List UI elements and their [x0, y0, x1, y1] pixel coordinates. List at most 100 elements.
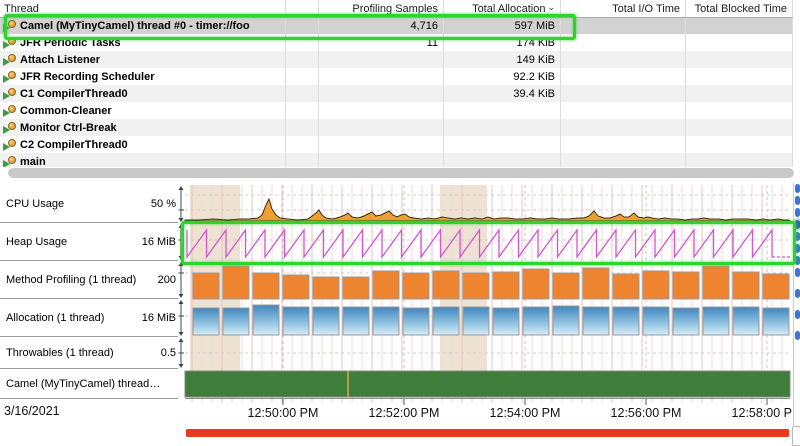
side-panel-icon[interactable]: [795, 289, 800, 298]
thread-name: main: [20, 156, 46, 168]
side-panel-icon[interactable]: [795, 268, 800, 277]
svg-text:12:52:00 PM: 12:52:00 PM: [369, 406, 440, 420]
thread-icon: [3, 71, 17, 83]
profiling-samples-value: [319, 102, 444, 119]
side-panel-icon[interactable]: [795, 220, 800, 229]
table-horizontal-scrollbar[interactable]: [8, 168, 794, 178]
thread-row[interactable]: Monitor Ctrl-Break: [0, 119, 793, 136]
profiling-samples-value: [319, 119, 444, 136]
thread-row[interactable]: C2 CompilerThread0: [0, 136, 793, 153]
total-allocation-value: [444, 136, 561, 153]
profiling-samples-value: [319, 68, 444, 85]
total-blocked-value: [686, 153, 793, 167]
side-panel-icon[interactable]: [795, 208, 800, 217]
thread-name: C1 CompilerThread0: [20, 88, 128, 100]
column-gap: [286, 0, 319, 17]
side-panel-icon[interactable]: [795, 331, 800, 340]
total-allocation-value: [444, 153, 561, 167]
profiling-samples-value: 11: [319, 34, 444, 51]
thread-table-header: Thread Profiling Samples Total Allocatio…: [0, 0, 793, 18]
lane-axis-max: 50 %: [149, 198, 176, 210]
lane-label-row[interactable]: CPU Usage50 %: [0, 185, 178, 223]
total-io-value: [561, 51, 686, 68]
total-allocation-value: 39.4 KiB: [444, 85, 561, 102]
lane-label: Allocation (1 thread): [6, 312, 104, 324]
lane-label: Heap Usage: [6, 236, 67, 248]
gap-cell: [286, 51, 319, 68]
thread-name: JFR Recording Scheduler: [20, 71, 154, 83]
lane-label-row[interactable]: Method Profiling (1 thread)200: [0, 261, 178, 299]
gap-cell: [286, 102, 319, 119]
timeline-date-label: 3/16/2021: [4, 404, 60, 418]
total-io-value: [561, 34, 686, 51]
total-io-value: [561, 85, 686, 102]
total-allocation-value: 149 KiB: [444, 51, 561, 68]
profiling-samples-value: [319, 153, 444, 167]
thread-icon: [3, 37, 17, 49]
total-allocation-value: 92.2 KiB: [444, 68, 561, 85]
thread-row[interactable]: Common-Cleaner: [0, 102, 793, 119]
thread-icon: [3, 20, 17, 32]
thread-name: Monitor Ctrl-Break: [20, 122, 117, 134]
column-header-thread[interactable]: Thread: [0, 0, 286, 17]
lane-label: Throwables (1 thread): [6, 347, 114, 359]
scrollbar-corner: [792, 426, 800, 446]
thread-icon: [3, 54, 17, 66]
thread-icon: [3, 105, 17, 117]
gap-cell: [286, 68, 319, 85]
lane-label: Camel (MyTinyCamel) thread…: [6, 378, 160, 390]
thread-name-cell: main: [0, 153, 286, 167]
column-header-profiling-samples[interactable]: Profiling Samples: [319, 0, 444, 17]
side-panel-icon[interactable]: [795, 310, 800, 319]
thread-name-cell: JFR Recording Scheduler: [0, 68, 286, 85]
total-io-value: [561, 17, 686, 34]
total-blocked-value: [686, 102, 793, 119]
gap-cell: [286, 119, 319, 136]
side-panel-icon[interactable]: [795, 232, 800, 241]
profiling-samples-value: [319, 85, 444, 102]
profiling-samples-value: [319, 136, 444, 153]
gap-cell: [286, 17, 319, 34]
thread-row[interactable]: C1 CompilerThread0 39.4 KiB: [0, 85, 793, 102]
column-header-total-allocation[interactable]: Total Allocation⌄: [444, 0, 561, 17]
svg-text:12:54:00 PM: 12:54:00 PM: [490, 406, 561, 420]
thread-name: Camel (MyTinyCamel) thread #0 - timer://…: [20, 20, 250, 32]
thread-name-cell: Common-Cleaner: [0, 102, 286, 119]
total-io-value: [561, 119, 686, 136]
sort-desc-icon: ⌄: [547, 2, 555, 13]
lane-label: Method Profiling (1 thread): [6, 274, 136, 286]
svg-text:12:56:00 PM: 12:56:00 PM: [611, 406, 682, 420]
total-blocked-value: [686, 85, 793, 102]
thread-name: JFR Periodic Tasks: [20, 37, 121, 49]
thread-row[interactable]: JFR Recording Scheduler 92.2 KiB: [0, 68, 793, 85]
thread-row[interactable]: JFR Periodic Tasks 11174 KiB: [0, 34, 793, 51]
thread-row[interactable]: Attach Listener 149 KiB: [0, 51, 793, 68]
thread-icon: [3, 156, 17, 168]
thread-name: Attach Listener: [20, 54, 100, 66]
column-header-total-blocked-time[interactable]: Total Blocked Time: [686, 0, 793, 17]
thread-icon: [3, 139, 17, 151]
lane-label-row[interactable]: Heap Usage16 MiB: [0, 223, 178, 261]
total-allocation-value: 174 KiB: [444, 34, 561, 51]
thread-icon: [3, 122, 17, 134]
thread-name: Common-Cleaner: [20, 105, 112, 117]
profiling-samples-value: [319, 51, 444, 68]
lane-label-row[interactable]: Throwables (1 thread) 0.5: [0, 337, 178, 369]
right-panel-edge: [793, 183, 800, 446]
lane-label-row[interactable]: Allocation (1 thread)16 MiB: [0, 299, 178, 337]
svg-text:12:50:00 PM: 12:50:00 PM: [248, 406, 319, 420]
svg-text:12:58:00 PM: 12:58:00 PM: [732, 406, 793, 420]
side-panel-icon[interactable]: [795, 256, 800, 265]
thread-table-body: Camel (MyTinyCamel) thread #0 - timer://…: [0, 17, 793, 167]
side-panel-icon[interactable]: [795, 244, 800, 253]
thread-row[interactable]: Camel (MyTinyCamel) thread #0 - timer://…: [0, 17, 793, 34]
side-panel-icon[interactable]: [795, 184, 800, 193]
timeline-chart[interactable]: 12:50:00 PM 12:52:00 PM 12:54:00 PM 12:56:0…: [178, 185, 793, 446]
thread-row[interactable]: main: [0, 153, 793, 167]
lane-label-row[interactable]: Camel (MyTinyCamel) thread…: [0, 369, 178, 399]
thread-name-cell: C1 CompilerThread0: [0, 85, 286, 102]
total-io-value: [561, 136, 686, 153]
column-header-total-io-time[interactable]: Total I/O Time: [561, 0, 686, 17]
side-panel-icon[interactable]: [795, 196, 800, 205]
lane-axis-max: 0.5: [159, 347, 176, 359]
